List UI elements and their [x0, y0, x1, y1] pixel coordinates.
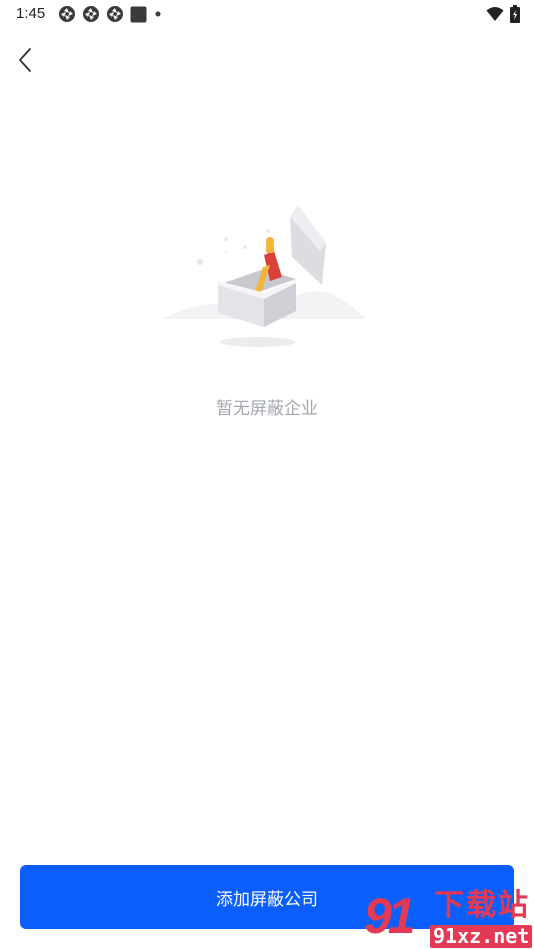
- add-button-label: 添加屏蔽公司: [216, 889, 318, 910]
- add-blocked-company-button[interactable]: 添加屏蔽公司: [20, 865, 514, 929]
- empty-box-illustration: [160, 195, 370, 355]
- aperture-icon: [58, 5, 76, 23]
- wifi-icon: [486, 6, 504, 26]
- square-app-icon: [130, 6, 147, 23]
- empty-state-message: 暂无屏蔽企业: [216, 399, 318, 419]
- status-time: 1:45: [16, 5, 46, 22]
- notification-icons: [58, 5, 163, 23]
- dot-icon: [153, 9, 163, 19]
- aperture-icon: [106, 5, 124, 23]
- battery-charging-icon: [510, 5, 520, 27]
- back-button[interactable]: [12, 44, 42, 76]
- status-bar: 1:45: [0, 0, 534, 28]
- chevron-left-icon: [12, 48, 42, 80]
- system-icons: [486, 5, 520, 27]
- aperture-icon: [82, 5, 100, 23]
